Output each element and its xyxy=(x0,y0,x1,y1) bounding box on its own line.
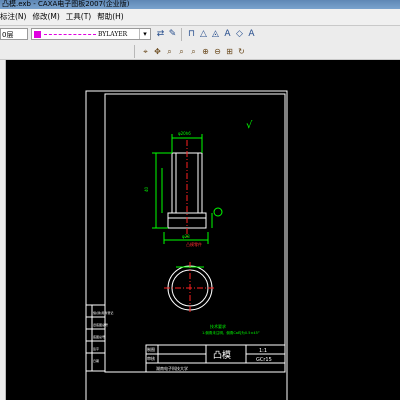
side-label-5: 日期 xyxy=(93,358,99,363)
tb-right-b: GCr15 xyxy=(256,357,272,363)
side-label-3: 底图总号 xyxy=(93,334,105,339)
tech-req-title: 技术要求 xyxy=(210,323,226,329)
svg-text:凸模零件: 凸模零件 xyxy=(186,241,202,247)
window-titlebar: 凸模.exb - CAXA电子图板2007(企业版) xyxy=(0,0,400,9)
drawing-canvas[interactable]: √ φ20h6 40 φ28 凸模零件 技术要求 1.倒角未注明，倒角Ca均为0… xyxy=(6,60,400,402)
tolerance-icon[interactable]: △ xyxy=(198,29,209,40)
zoom-prev-icon[interactable]: ⌕ xyxy=(188,46,199,57)
chevron-down-icon[interactable]: ▾ xyxy=(139,29,150,39)
layer-select[interactable]: 0层 xyxy=(0,28,28,40)
svg-text:40: 40 xyxy=(144,186,149,192)
text-icon[interactable]: A xyxy=(246,29,257,40)
zoom-window-icon[interactable]: ⌕ xyxy=(164,46,175,57)
menu-bar: 标注(N) 修改(M) 工具(T) 帮助(H) xyxy=(0,9,400,25)
tb-label-b: 审核 xyxy=(147,355,155,361)
top-view xyxy=(164,262,216,314)
menu-tools[interactable]: 工具(T) xyxy=(66,9,91,25)
tech-req-note: 1.倒角未注明，倒角Ca均为0.5×45° xyxy=(202,330,260,335)
linetype-preview xyxy=(44,34,96,35)
side-label-4: 签字 xyxy=(93,346,99,351)
pan-icon[interactable]: ✥ xyxy=(152,46,163,57)
drawing-svg: √ φ20h6 40 φ28 凸模零件 技术要求 1.倒角未注明，倒角Ca均为0… xyxy=(85,90,288,402)
svg-text:φ20h6: φ20h6 xyxy=(178,131,191,136)
svg-text:φ28: φ28 xyxy=(182,234,190,239)
zoom-in-icon[interactable]: ⊕ xyxy=(200,46,211,57)
school-name: 湖南电子科技大学 xyxy=(156,365,188,371)
hole-shaft-icon[interactable]: ⊓ xyxy=(186,29,197,40)
side-table: 借(通)用件登记 旧底图总号 底图总号 签字 日期 xyxy=(85,304,113,372)
menu-annotate[interactable]: 标注(N) xyxy=(0,9,26,25)
roughness-icon[interactable]: ◬ xyxy=(210,29,221,40)
part-name: 凸模 xyxy=(213,350,231,361)
side-label-2: 旧底图总号 xyxy=(93,322,108,327)
zoom-all-icon[interactable]: ⊞ xyxy=(224,46,235,57)
menu-modify[interactable]: 修改(M) xyxy=(32,9,59,25)
color-swatch xyxy=(34,31,41,38)
roughness-mark: √ xyxy=(246,120,253,131)
redraw-icon[interactable]: ↻ xyxy=(236,46,247,57)
linewidth-icon[interactable]: ⇄ xyxy=(155,29,166,40)
attribute-toolbar: 0层 BYLAYER ▾ ⇄ ✎ ⊓ △ ◬ A ◇ A xyxy=(0,25,400,44)
zoom-out-icon[interactable]: ⊖ xyxy=(212,46,223,57)
menu-help[interactable]: 帮助(H) xyxy=(97,9,124,25)
measure-icon[interactable]: ⌖ xyxy=(140,46,151,57)
datum-icon[interactable]: A xyxy=(222,29,233,40)
front-view: φ20h6 40 φ28 凸模零件 xyxy=(144,131,223,247)
zoom-dynamic-icon[interactable]: ⌕ xyxy=(176,46,187,57)
linetype-select[interactable]: BYLAYER ▾ xyxy=(31,28,151,40)
window-title: 凸模.exb - CAXA电子图板2007(企业版) xyxy=(2,0,130,8)
title-block: 制图 审核 凸模 1:1 GCr15 湖南电子科技大学 xyxy=(145,344,286,373)
pen-icon[interactable]: ✎ xyxy=(167,29,178,40)
view-toolbar: ⌖ ✥ ⌕ ⌕ ⌕ ⊕ ⊖ ⊞ ↻ xyxy=(0,43,400,60)
side-label-1: 借(通)用件登记 xyxy=(93,310,113,315)
tb-right-a: 1:1 xyxy=(259,348,267,354)
linetype-label: BYLAYER xyxy=(98,31,128,38)
tb-label-a: 制图 xyxy=(147,346,155,352)
weld-icon[interactable]: ◇ xyxy=(234,29,245,40)
